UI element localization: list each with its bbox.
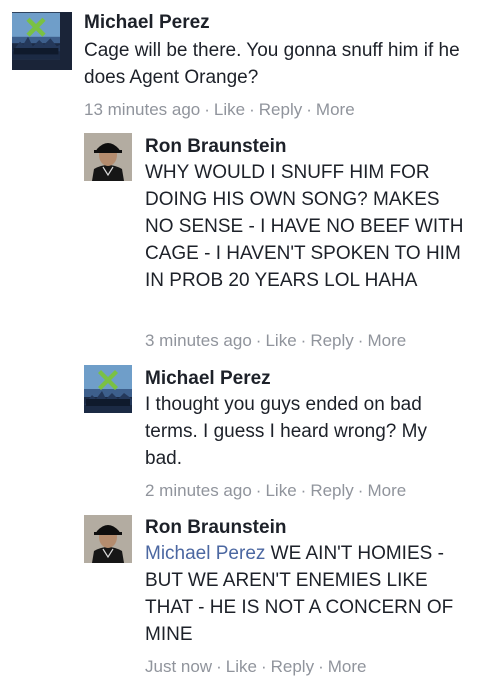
separator: · xyxy=(357,481,364,500)
comment-text: I thought you guys ended on bad terms. I… xyxy=(145,394,427,469)
separator: · xyxy=(255,331,262,350)
separator: · xyxy=(300,331,307,350)
timestamp: Just now xyxy=(145,657,213,676)
timestamp: 2 minutes ago xyxy=(145,481,252,500)
avatar[interactable] xyxy=(84,515,132,563)
more-link[interactable]: More xyxy=(328,657,367,676)
man-in-cap-photo-icon xyxy=(84,133,132,181)
comment-meta: Just now · Like · Reply · More xyxy=(145,657,367,677)
more-link[interactable]: More xyxy=(316,100,355,119)
separator: · xyxy=(306,100,312,119)
comment-text: WHY WOULD I SNUFF HIM FOR DOING HIS OWN … xyxy=(145,162,464,291)
comment-text: Michael Perez WE AIN'T HOMIES - BUT WE A… xyxy=(145,540,473,648)
cage-minneapolis-logo-icon xyxy=(84,365,132,413)
timestamp: 3 minutes ago xyxy=(145,331,252,350)
separator: · xyxy=(260,657,267,676)
like-link[interactable]: Like xyxy=(265,331,296,350)
comment-meta: 13 minutes ago · Like · Reply · More xyxy=(84,100,355,120)
reply-link[interactable]: Reply xyxy=(259,100,302,119)
like-link[interactable]: Like xyxy=(265,481,296,500)
mention-link[interactable]: Michael Perez xyxy=(145,543,265,564)
comment: Michael Perez Cage will be there. You go… xyxy=(0,0,480,125)
comment-text: Cage will be there. You gonna snuff him … xyxy=(84,40,460,88)
reply-link[interactable]: Reply xyxy=(310,481,353,500)
reply-link[interactable]: Reply xyxy=(271,657,314,676)
comment-meta: 3 minutes ago · Like · Reply · More xyxy=(145,331,406,351)
comment-meta: 2 minutes ago · Like · Reply · More xyxy=(145,481,406,501)
cage-minneapolis-logo-icon xyxy=(12,12,60,60)
separator: · xyxy=(300,481,307,500)
like-link[interactable]: Like xyxy=(214,100,245,119)
comment: Ron Braunstein WHY WOULD I SNUFF HIM FOR… xyxy=(0,125,480,357)
comment-author[interactable]: Michael Perez xyxy=(84,12,210,34)
separator: · xyxy=(204,100,210,119)
avatar[interactable] xyxy=(84,365,132,413)
comment-author[interactable]: Ron Braunstein xyxy=(145,517,286,539)
reply-link[interactable]: Reply xyxy=(310,331,353,350)
man-in-cap-photo-icon xyxy=(84,515,132,563)
comment-author[interactable]: Michael Perez xyxy=(145,368,271,390)
timestamp: 13 minutes ago xyxy=(84,100,201,119)
separator: · xyxy=(357,331,364,350)
like-link[interactable]: Like xyxy=(226,657,257,676)
separator: · xyxy=(255,481,262,500)
more-link[interactable]: More xyxy=(367,331,406,350)
separator: · xyxy=(318,657,324,676)
comment-author[interactable]: Ron Braunstein xyxy=(145,136,286,158)
separator: · xyxy=(249,100,255,119)
avatar[interactable] xyxy=(12,12,72,70)
comment: Michael Perez I thought you guys ended o… xyxy=(0,357,480,507)
separator: · xyxy=(216,657,222,676)
avatar[interactable] xyxy=(84,133,132,181)
more-link[interactable]: More xyxy=(367,481,406,500)
comment: Ron Braunstein Michael Perez WE AIN'T HO… xyxy=(0,507,480,691)
